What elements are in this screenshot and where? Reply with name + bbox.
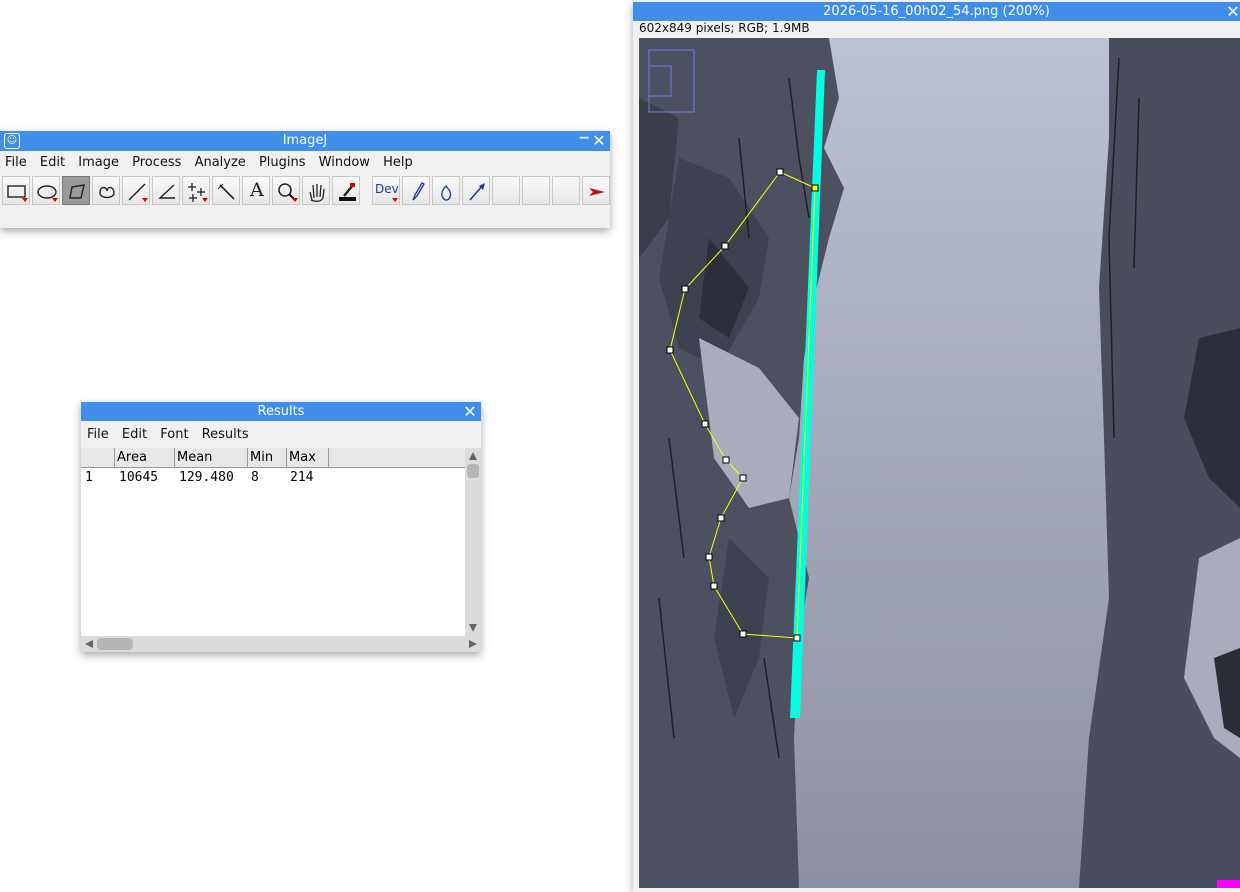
magnifier-tool[interactable] <box>272 176 300 205</box>
arrow-tool[interactable] <box>462 176 490 205</box>
imagej-title: ImageJ <box>282 133 328 148</box>
results-title: Results <box>257 404 305 419</box>
polygon-tool[interactable] <box>62 176 90 205</box>
menu-edit[interactable]: Edit <box>40 155 65 170</box>
dev-tool-label: Dev <box>375 182 399 196</box>
column-header-max[interactable]: Max <box>287 448 329 467</box>
image-info: 602x849 pixels; RGB; 1.9MB <box>639 21 810 35</box>
table-row[interactable]: 1 10645 129.480 8 214 <box>81 468 465 488</box>
cell-min: 8 <box>251 470 259 485</box>
vertical-scrollbar[interactable] <box>465 448 481 636</box>
menu-image[interactable]: Image <box>78 155 119 170</box>
menu-process[interactable]: Process <box>132 155 181 170</box>
horizontal-scrollbar[interactable] <box>81 636 481 652</box>
angle-tool[interactable] <box>152 176 180 205</box>
oval-tool[interactable] <box>32 176 60 205</box>
results-menu-edit[interactable]: Edit <box>122 427 147 442</box>
hand-tool[interactable] <box>302 176 330 205</box>
more-tools-button[interactable] <box>582 176 610 205</box>
cell-mean: 129.480 <box>179 470 234 485</box>
results-menu-file[interactable]: File <box>87 427 109 442</box>
image-titlebar[interactable]: 2026-05-16_00h02_54.png (200%) ✕ <box>633 2 1240 21</box>
close-button[interactable]: ✕ <box>592 131 606 150</box>
cell-max: 214 <box>290 470 314 485</box>
menu-help[interactable]: Help <box>383 155 413 170</box>
line-tool[interactable] <box>122 176 150 205</box>
menu-file[interactable]: File <box>5 155 27 170</box>
imagej-app-icon[interactable]: ☺ <box>4 133 20 149</box>
flood-fill-tool[interactable] <box>432 176 460 205</box>
row-number: 1 <box>85 470 93 485</box>
freehand-tool[interactable] <box>92 176 120 205</box>
imagej-toolbar: A Dev <box>2 176 610 207</box>
cell-area: 10645 <box>119 470 159 485</box>
column-header-mean[interactable]: Mean <box>175 448 248 467</box>
menu-window[interactable]: Window <box>319 155 370 170</box>
close-button[interactable]: ✕ <box>1226 2 1240 21</box>
minimize-button[interactable]: − <box>578 128 590 148</box>
image-title: 2026-05-16_00h02_54.png (200%) <box>823 4 1050 19</box>
text-tool-label: A <box>250 179 264 201</box>
dev-tool[interactable]: Dev <box>372 176 400 205</box>
results-table[interactable]: Area Mean Min Max 1 10645 129.480 8 214 <box>81 448 465 636</box>
results-titlebar[interactable]: Results ✕ <box>81 402 481 421</box>
image-window: 2026-05-16_00h02_54.png (200%) ✕ 602x849… <box>633 2 1240 892</box>
text-tool[interactable]: A <box>242 176 270 205</box>
manga-image <box>639 38 1240 888</box>
color-picker-tool[interactable] <box>332 176 360 205</box>
image-canvas[interactable] <box>639 38 1240 888</box>
empty-tool-slot[interactable] <box>522 176 550 205</box>
imagej-titlebar[interactable]: ☺ ImageJ − ✕ <box>0 128 610 151</box>
results-menu-font[interactable]: Font <box>160 427 188 442</box>
empty-tool-slot[interactable] <box>552 176 580 205</box>
imagej-menubar: File Edit Image Process Analyze Plugins … <box>5 152 610 174</box>
column-header-area[interactable]: Area <box>115 448 175 467</box>
empty-tool-slot[interactable] <box>492 176 520 205</box>
imagej-window: ☺ ImageJ − ✕ File Edit Image Process Ana… <box>0 128 610 228</box>
multipoint-tool[interactable] <box>182 176 210 205</box>
menu-analyze[interactable]: Analyze <box>195 155 246 170</box>
wand-tool[interactable] <box>212 176 240 205</box>
column-header[interactable] <box>81 448 115 467</box>
menu-plugins[interactable]: Plugins <box>259 155 306 170</box>
table-header: Area Mean Min Max <box>81 448 465 468</box>
brush-tool[interactable] <box>402 176 430 205</box>
results-menubar: File Edit Font Results <box>87 424 481 446</box>
horizontal-scrollbar-graphic <box>85 638 477 650</box>
vertical-scrollbar-graphic <box>467 452 479 632</box>
rectangle-tool[interactable] <box>2 176 30 205</box>
results-window: Results ✕ File Edit Font Results Area Me… <box>81 402 481 652</box>
column-header-min[interactable]: Min <box>248 448 287 467</box>
results-menu-results[interactable]: Results <box>202 427 249 442</box>
close-button[interactable]: ✕ <box>463 402 477 421</box>
